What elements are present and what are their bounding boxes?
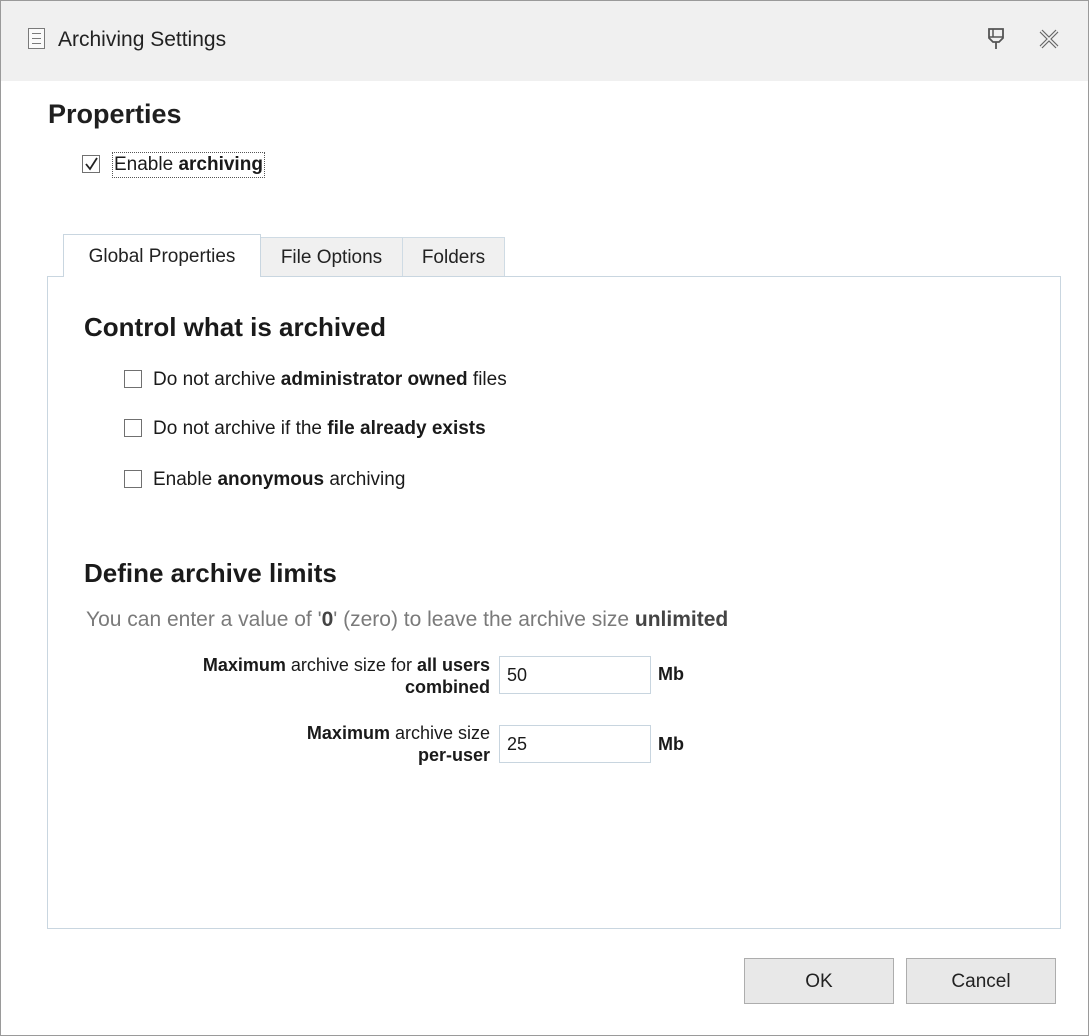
close-icon[interactable]: [1037, 27, 1061, 51]
archiving-settings-dialog: Archiving Settings Properties Enable arc…: [0, 0, 1089, 1036]
enable-archiving-bold: archiving: [178, 154, 263, 175]
checkmark-icon: [85, 157, 98, 171]
no-existing-file-label: Do not archive if the file already exist…: [153, 418, 486, 439]
tab-folders[interactable]: Folders: [402, 237, 505, 276]
ok-button[interactable]: OK: [744, 958, 894, 1004]
no-admin-owned-label: Do not archive administrator owned files: [153, 369, 507, 390]
enable-archiving-checkbox[interactable]: [82, 155, 100, 173]
properties-heading: Properties: [48, 99, 182, 129]
title-bar: Archiving Settings: [1, 1, 1088, 81]
all-users-unit: Mb: [658, 664, 684, 684]
window-title: Archiving Settings: [58, 28, 227, 51]
tab-global-properties[interactable]: Global Properties: [63, 234, 261, 277]
all-users-limit-label: Maximum archive size for all users combin…: [202, 655, 490, 697]
all-users-limit-input[interactable]: [499, 656, 651, 694]
limits-heading: Define archive limits: [84, 558, 337, 588]
enable-archiving-label[interactable]: Enable archiving: [112, 152, 265, 178]
limits-hint: You can enter a value of '0' (zero) to l…: [86, 608, 729, 631]
cancel-button[interactable]: Cancel: [906, 958, 1056, 1004]
global-properties-panel: Control what is archived Do not archive …: [47, 276, 1061, 929]
control-heading: Control what is archived: [84, 312, 386, 342]
anonymous-archiving-label: Enable anonymous archiving: [153, 469, 406, 490]
anonymous-archiving-checkbox[interactable]: [124, 470, 142, 488]
per-user-unit: Mb: [658, 734, 684, 754]
enable-archiving-text: Enable: [114, 154, 179, 175]
per-user-limit-input[interactable]: [499, 725, 651, 763]
no-existing-file-checkbox[interactable]: [124, 419, 142, 437]
tab-file-options[interactable]: File Options: [260, 237, 403, 276]
pin-icon[interactable]: [984, 25, 1008, 51]
per-user-limit-label: Maximum archive size per-user: [306, 723, 490, 765]
no-admin-owned-checkbox[interactable]: [124, 370, 142, 388]
list-icon: [28, 28, 45, 49]
